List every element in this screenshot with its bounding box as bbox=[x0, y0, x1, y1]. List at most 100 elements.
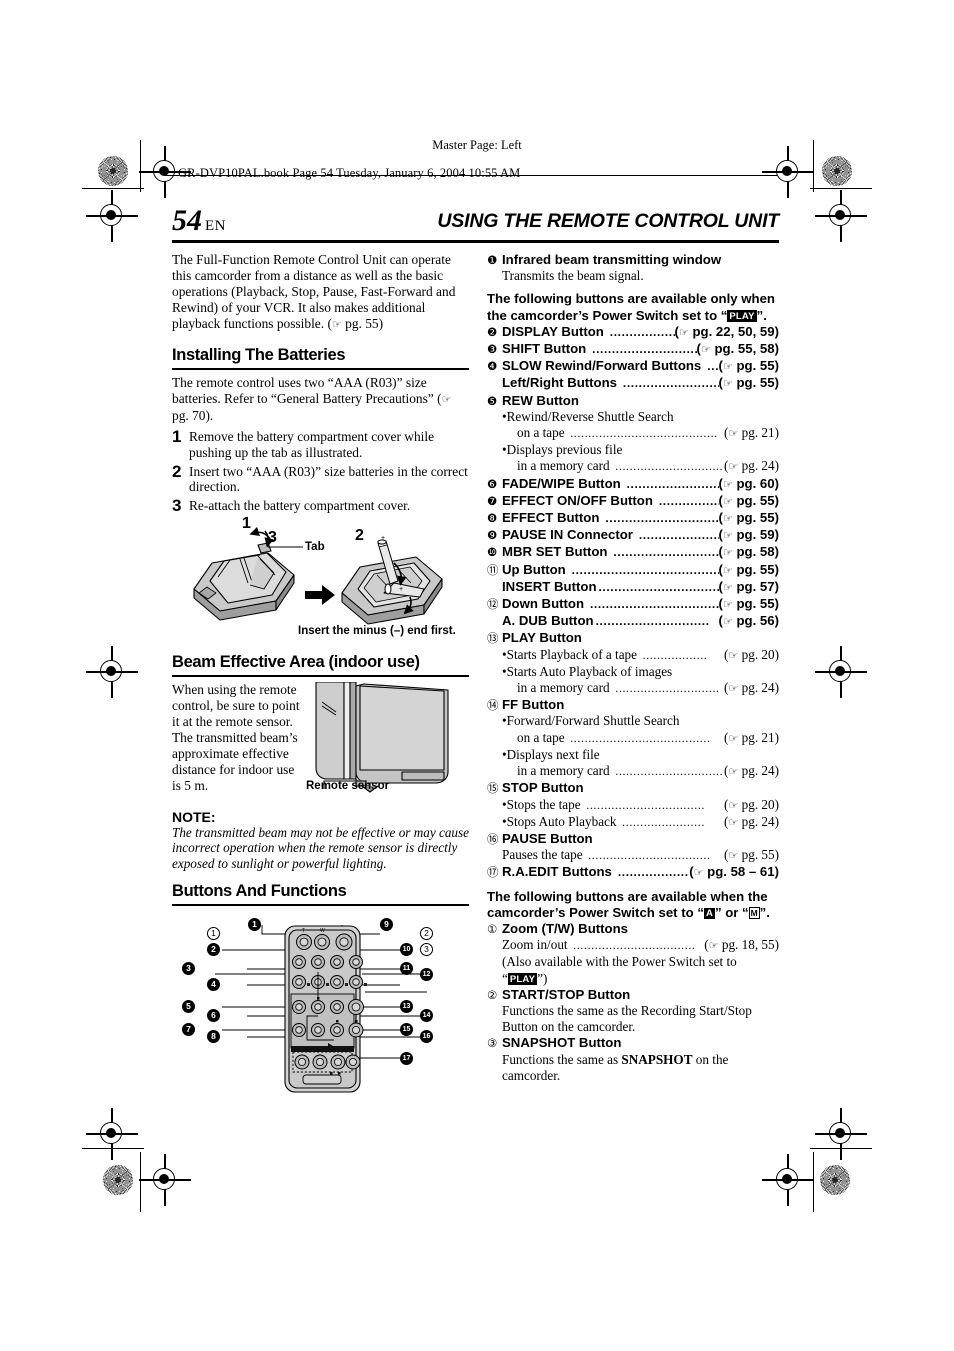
item-ref: (☞ pg. 55, 58) bbox=[696, 341, 779, 357]
callout-14: 14 bbox=[420, 1008, 433, 1022]
item-label: R.A.EDIT Buttons bbox=[502, 864, 612, 880]
callout-bullet-1: ❶ bbox=[487, 253, 498, 267]
item-ref: (☞ pg. 55) bbox=[718, 510, 779, 526]
item-label: Up Button bbox=[502, 561, 566, 577]
batteries-intro-b: pg. 70). bbox=[172, 408, 214, 424]
item-label: SNAPSHOT Button bbox=[502, 1035, 622, 1051]
bullet-text: •Stops Auto Playback bbox=[502, 813, 617, 829]
bullet-text: Displays previous file bbox=[506, 442, 623, 458]
step-text: Insert two “AAA (R03)” size batteries in… bbox=[189, 463, 468, 495]
dot-leader: .................. bbox=[609, 324, 675, 339]
list-item: ❼ EFFECT ON/OFF Button .................… bbox=[487, 493, 779, 510]
page-ref-hand-icon: ☞ bbox=[722, 580, 733, 594]
figure-caption-minus-first: Insert the minus (–) end first. bbox=[298, 625, 456, 638]
item-label: EFFECT Button bbox=[502, 510, 600, 526]
item-label: PLAY Button bbox=[502, 630, 582, 646]
play-badge: PLAY bbox=[507, 972, 538, 985]
item-label: Down Button bbox=[502, 596, 585, 612]
heading-installing-batteries: Installing The Batteries bbox=[172, 346, 346, 365]
item-sublabel: A. DUB Button bbox=[502, 613, 594, 629]
callout-6: 6 bbox=[207, 1008, 220, 1022]
dot-leader: ....................................... bbox=[566, 730, 715, 745]
dot-leader: ............................. bbox=[611, 681, 724, 696]
item-row-sub: INSERT Button ..........................… bbox=[502, 579, 779, 596]
callout-13: 13 bbox=[400, 999, 413, 1013]
trim-line-top-right-h bbox=[810, 188, 872, 190]
list-item: ❷ DISPLAY Button .................. (☞ p… bbox=[487, 324, 779, 341]
manual-mode-badge: M bbox=[748, 906, 760, 919]
callout-bullet-13: ⑬ bbox=[487, 631, 499, 646]
group-heading-auto-mid: ” or “ bbox=[714, 904, 749, 920]
bullet-text: •Starts Playback of a tape bbox=[502, 646, 637, 662]
callout-bullet-3: ❸ bbox=[487, 342, 498, 357]
item-extra-badge: “PLAY”) bbox=[502, 971, 779, 987]
callout-open-3: 3 bbox=[420, 942, 433, 956]
item-bullet-cont: on a tape ..............................… bbox=[502, 730, 779, 747]
page-ref-hand-icon: ☞ bbox=[708, 939, 719, 953]
page-ref-hand-icon: ☞ bbox=[722, 512, 733, 526]
camcorder-figure: Remote sensor bbox=[304, 681, 464, 805]
ref-text: pg. 55 bbox=[736, 375, 775, 391]
item-row-sub: A. DUB Button ..........................… bbox=[502, 613, 779, 630]
callout-open-bullet-1: ① bbox=[487, 921, 498, 936]
dot-leader: ........................... bbox=[626, 476, 719, 491]
item-ref: (☞ pg. 20) bbox=[724, 796, 779, 812]
bullet-cont: in a memory card bbox=[517, 680, 610, 696]
item-subref: (☞ pg. 56) bbox=[718, 613, 779, 629]
item-bullet: •Displays next file bbox=[502, 746, 600, 762]
page-ref-hand-icon: ☞ bbox=[678, 325, 689, 339]
dot-leader: .................................. bbox=[569, 938, 700, 953]
item-desc: Functions the same as the Recording Star… bbox=[502, 1002, 752, 1035]
item-bullet: •Starts Playback of a tape .............… bbox=[502, 647, 779, 664]
crop-mark-bottom-right bbox=[762, 1154, 814, 1206]
list-item: ❹ SLOW Rewind/Forward Buttons ....... (☞… bbox=[487, 358, 779, 392]
item-bullet-cont: in a memory card .......................… bbox=[502, 680, 779, 697]
trim-line-bottom-left-h bbox=[82, 1148, 144, 1150]
list-item: ⑫ Down Button ..........................… bbox=[487, 596, 779, 630]
callout-17: 17 bbox=[400, 1051, 413, 1065]
page-ref-hand-icon: ☞ bbox=[722, 477, 733, 491]
step-number: 1 bbox=[172, 427, 182, 447]
header-rule bbox=[172, 240, 779, 243]
page-ref-hand-icon: ☞ bbox=[722, 546, 733, 560]
item-bullet-cont: in a memory card .......................… bbox=[502, 763, 779, 780]
callout-bullet-15: ⑮ bbox=[487, 781, 499, 796]
callout-bullet-5: ❺ bbox=[487, 393, 498, 408]
callout-bullet-2: ❷ bbox=[487, 324, 498, 339]
item-ref: (☞ pg. 55) bbox=[718, 358, 779, 374]
page-lang: EN bbox=[205, 218, 226, 234]
heading-rule-beam bbox=[172, 675, 469, 677]
page-ref-hand-icon: ☞ bbox=[722, 360, 733, 374]
desc-text: Pauses the tape bbox=[502, 847, 583, 863]
item-ref: (☞ pg. 20) bbox=[724, 646, 779, 662]
item-label: DISPLAY Button bbox=[502, 323, 604, 339]
item-label: Zoom (T/W) Buttons bbox=[502, 920, 628, 936]
bullet-cont: on a tape bbox=[517, 729, 565, 745]
battery-installation-figure: + + 1 3 2 Tab Insert the minus (–) end f… bbox=[172, 515, 469, 647]
dot-leader: ................................... bbox=[605, 511, 718, 526]
color-registration-dot-bottom-right bbox=[820, 1165, 850, 1195]
batteries-intro: The remote control uses two “AAA (R03)” … bbox=[172, 375, 469, 424]
item-subref: (☞ pg. 55) bbox=[718, 375, 779, 391]
intro-paragraph: The Full-Function Remote Control Unit ca… bbox=[172, 252, 469, 333]
desc-a: Functions the same as bbox=[502, 1051, 622, 1067]
ref-text: pg. 59 bbox=[736, 527, 775, 543]
item-desc: Functions the same as SNAPSHOT on the ca… bbox=[502, 1052, 779, 1084]
page-ref-hand-icon: ☞ bbox=[722, 598, 733, 612]
dot-leader: ....... bbox=[707, 359, 719, 374]
list-item: ⑭ FF Button •Forward/Forward Shuttle Sea… bbox=[487, 697, 779, 780]
item-ref: (☞ pg. 24) bbox=[724, 763, 779, 779]
list-item: ⑪ Up Button ............................… bbox=[487, 562, 779, 596]
item-bullet: •Displays previous file bbox=[502, 442, 623, 458]
ref-text: pg. 55 bbox=[736, 492, 775, 508]
step-number: 3 bbox=[172, 495, 182, 515]
callout-bullet-7: ❼ bbox=[487, 493, 498, 508]
bullet-text: Rewind/Reverse Shuttle Search bbox=[506, 408, 674, 424]
item-desc-row: Pauses the tape ........................… bbox=[502, 847, 779, 864]
callout-bullet-8: ❽ bbox=[487, 511, 498, 526]
page-ref-hand-icon: ☞ bbox=[722, 563, 733, 577]
item-row: SHIFT Button ...........................… bbox=[502, 341, 779, 358]
page-ref-hand-icon: ☞ bbox=[728, 648, 739, 662]
callout-12: 12 bbox=[420, 967, 433, 981]
ref-text: pg. 55, 58 bbox=[714, 341, 775, 357]
